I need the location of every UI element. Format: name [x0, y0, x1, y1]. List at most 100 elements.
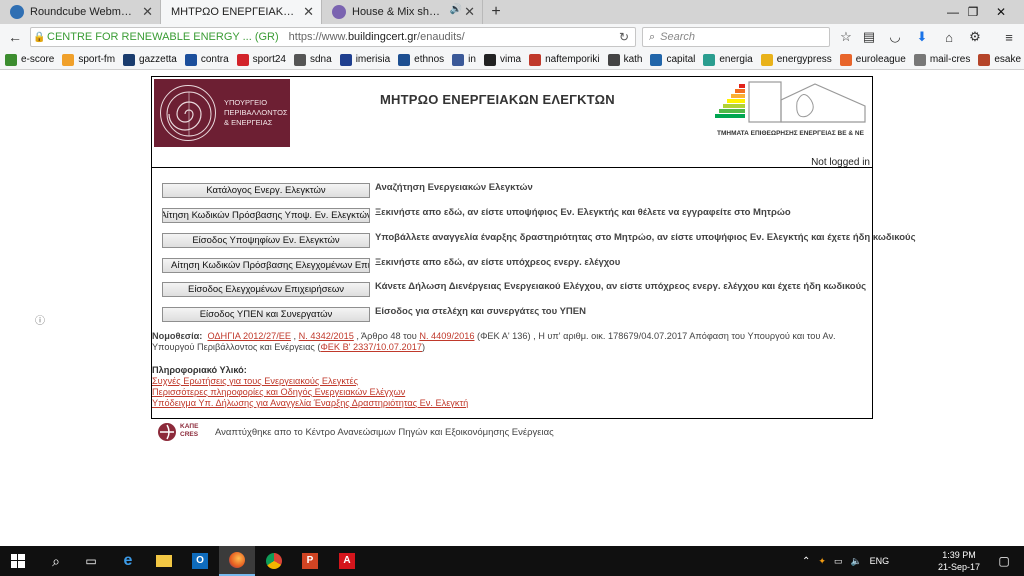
bookmark-in[interactable]: in — [452, 53, 476, 66]
start-button[interactable] — [0, 546, 36, 576]
powerpoint-button[interactable]: P — [292, 546, 328, 576]
roundcube-icon — [10, 5, 24, 19]
bookmark-kath[interactable]: kath — [607, 53, 643, 66]
language-indicator[interactable]: ENG — [870, 556, 890, 566]
info-icon[interactable]: ⓘ — [35, 316, 49, 327]
page-title: ΜΗΤΡΩΟ ΕΝΕΡΓΕΙΑΚΩΝ ΕΛΕΓΚΤΩΝ — [380, 92, 615, 107]
extensions-icon[interactable]: ⚙ — [964, 27, 986, 47]
windows-taskbar: ⌕ ▭ e O P A ⌃ ✦ ▭ 🔈 ENG 1:39 PM 21-Sep-1… — [0, 546, 1024, 576]
cres-logo-text-1: ΚΑΠΕ — [180, 423, 199, 430]
bookmark-mail-cres[interactable]: mail-cres — [913, 53, 971, 66]
auditor-catalog-button[interactable]: Κατάλογος Ενεργ. Ελεγκτών — [162, 182, 370, 198]
search-icon: ⌕ — [52, 552, 60, 569]
bookmark-sport24[interactable]: sport24 — [236, 53, 286, 66]
bookmark-capital[interactable]: capital — [650, 53, 695, 66]
network-icon[interactable]: ▭ — [834, 556, 843, 567]
tray-expand-icon[interactable]: ⌃ — [802, 556, 810, 567]
menu-description: Ξεκινήστε απο εδώ, αν είστε υποψήφιος Εν… — [375, 207, 791, 218]
bookmark-energypress[interactable]: energypress — [760, 53, 832, 66]
tab-mix-shows[interactable]: House & Mix shows | Mix 🔊 ✕ — [322, 0, 483, 24]
law-4409-link[interactable]: Ν. 4409/2016 — [419, 331, 474, 341]
close-window-button[interactable]: ✕ — [978, 0, 1024, 24]
bookmark-sdna[interactable]: sdna — [294, 53, 332, 66]
tab-roundcube[interactable]: Roundcube Webmail :: Inbox ✕ — [0, 0, 161, 24]
search-input[interactable]: ⌕ Search — [642, 27, 830, 47]
url-domain: buildingcert.gr — [347, 31, 418, 43]
close-tab-icon[interactable]: ✕ — [303, 4, 314, 20]
directive-link[interactable]: ΟΔΗΓΙΑ 2012/27/ΕΕ — [207, 331, 291, 341]
bookmark-ethnos[interactable]: ethnos — [398, 53, 444, 66]
back-button[interactable]: ← — [4, 26, 26, 48]
energypress-icon — [760, 53, 773, 66]
candidate-credentials-request-button[interactable]: Αίτηση Κωδικών Πρόσβασης Υποψ. Εν. Ελεγκ… — [162, 207, 370, 223]
new-tab-button[interactable]: + — [483, 0, 509, 24]
close-tab-icon[interactable]: ✕ — [464, 4, 475, 20]
bookmarks-bar: e-score sport-fm gazzetta contra sport24 sdna… — [0, 50, 1024, 70]
search-placeholder: Search — [660, 31, 696, 43]
bookmark-sport-fm[interactable]: sport-fm — [62, 53, 115, 66]
bookmark-star-icon[interactable]: ☆ — [835, 27, 857, 47]
business-login-button[interactable]: Είσοδος Ελεγχομένων Επιχειρήσεων — [162, 281, 370, 297]
bookmark-vima[interactable]: vima — [483, 53, 521, 66]
tray-app-icon[interactable]: ✦ — [818, 556, 826, 567]
bookmark-energia[interactable]: energia — [703, 53, 753, 66]
fek-link[interactable]: ΦΕΚ Β' 2337/10.07.2017 — [320, 342, 422, 352]
bookmark-gazzetta[interactable]: gazzetta — [123, 53, 177, 66]
declaration-template-link[interactable]: Υπόδειγμα Υπ. Δήλωσης για Αναγγελία Έναρ… — [152, 398, 468, 408]
task-view-icon: ▭ — [85, 554, 97, 568]
bookmark-esake[interactable]: esake — [978, 53, 1021, 66]
chrome-button[interactable] — [256, 546, 292, 576]
outlook-icon: O — [192, 553, 208, 569]
in-icon — [452, 53, 465, 66]
tab-energy-auditors[interactable]: ΜΗΤΡΩΟ ΕΝΕΡΓΕΙΑΚΩΝ ΕΛΕΓΚΤΩΝ ✕ — [161, 0, 322, 24]
reading-list-icon[interactable]: ▤ — [858, 27, 880, 47]
task-view-button[interactable]: ▭ — [73, 546, 109, 576]
clock[interactable]: 1:39 PM 21-Sep-17 — [930, 549, 988, 573]
file-explorer-button[interactable] — [146, 546, 182, 576]
url-text[interactable]: https://www.buildingcert.gr/enaudits/ — [289, 31, 465, 43]
download-icon[interactable]: ⬇ — [911, 27, 933, 47]
menu-icon[interactable]: ≡ — [998, 27, 1020, 47]
edge-button[interactable]: e — [110, 546, 146, 576]
tab-title: ΜΗΤΡΩΟ ΕΝΕΡΓΕΙΑΚΩΝ ΕΛΕΓΚΤΩΝ — [171, 6, 299, 18]
business-credentials-request-button[interactable]: Αίτηση Κωδικών Πρόσβασης Ελεγχομένων Επι… — [162, 257, 370, 273]
bookmark-euroleague[interactable]: euroleague — [839, 53, 906, 66]
close-tab-icon[interactable]: ✕ — [142, 4, 153, 20]
taskbar-search-button[interactable]: ⌕ — [38, 546, 74, 576]
menu-row: Είσοδος Υποψηφίων Εν. Ελεγκτών Υποβάλλετ… — [162, 232, 916, 248]
menu-description: Είσοδος για στελέχη και συνεργάτες του Υ… — [375, 306, 586, 317]
bookmark-label: mail-cres — [929, 54, 971, 65]
faq-link[interactable]: Συχνές Ερωτήσεις για τους Ενεργειακούς Ε… — [152, 376, 358, 386]
law-4342-link[interactable]: Ν. 4342/2015 — [299, 331, 354, 341]
home-icon[interactable]: ⌂ — [938, 27, 960, 47]
search-icon: ⌕ — [649, 30, 656, 43]
bookmark-imerisia[interactable]: imerisia — [339, 53, 390, 66]
ministry-logo-text: ΥΠΟΥΡΓΕΙΟ ΠΕΡΙΒΑΛΛΟΝΤΟΣ & ΕΝΕΡΓΕΙΑΣ — [224, 98, 288, 128]
site-identity[interactable]: CENTRE FOR RENEWABLE ENERGY ... (GR) — [47, 31, 279, 43]
notification-icon: ▢ — [998, 554, 1010, 568]
guide-link[interactable]: Περισσότερες πληροφορίες και Οδηγός Ενερ… — [152, 387, 405, 397]
firefox-icon — [229, 552, 245, 568]
cres-emblem-icon — [158, 423, 176, 441]
bookmark-e-score[interactable]: e-score — [5, 53, 54, 66]
pocket-icon[interactable]: ◡ — [884, 27, 906, 47]
notification-center-button[interactable]: ▢ — [992, 546, 1016, 576]
clock-date: 21-Sep-17 — [937, 562, 981, 572]
url-bar[interactable]: ⓘ 🔒 CENTRE FOR RENEWABLE ENERGY ... (GR)… — [30, 27, 636, 327]
bookmark-label: kath — [623, 54, 643, 65]
reload-icon[interactable]: ↻ — [619, 30, 629, 44]
outlook-button[interactable]: O — [182, 546, 218, 576]
speaker-icon[interactable]: 🔊 — [450, 4, 462, 15]
candidate-login-button[interactable]: Είσοδος Υποψηφίων Εν. Ελεγκτών — [162, 232, 370, 248]
acrobat-button[interactable]: A — [329, 546, 365, 576]
bookmark-contra[interactable]: contra — [184, 53, 229, 66]
ypen-login-button[interactable]: Είσοδος ΥΠΕΝ και Συνεργατών — [162, 306, 370, 322]
firefox-button[interactable] — [219, 546, 255, 576]
bookmark-label: gazzetta — [139, 54, 177, 65]
bookmark-naftemporiki[interactable]: naftemporiki — [529, 53, 600, 66]
ministry-line-3: & ΕΝΕΡΓΕΙΑΣ — [224, 118, 273, 127]
tab-title: Roundcube Webmail :: Inbox — [30, 6, 138, 18]
volume-icon[interactable]: 🔈 — [850, 556, 861, 567]
info-material: Πληροφοριακό Υλικό: Συχνές Ερωτήσεις για… — [152, 365, 468, 409]
folder-icon — [156, 555, 172, 567]
